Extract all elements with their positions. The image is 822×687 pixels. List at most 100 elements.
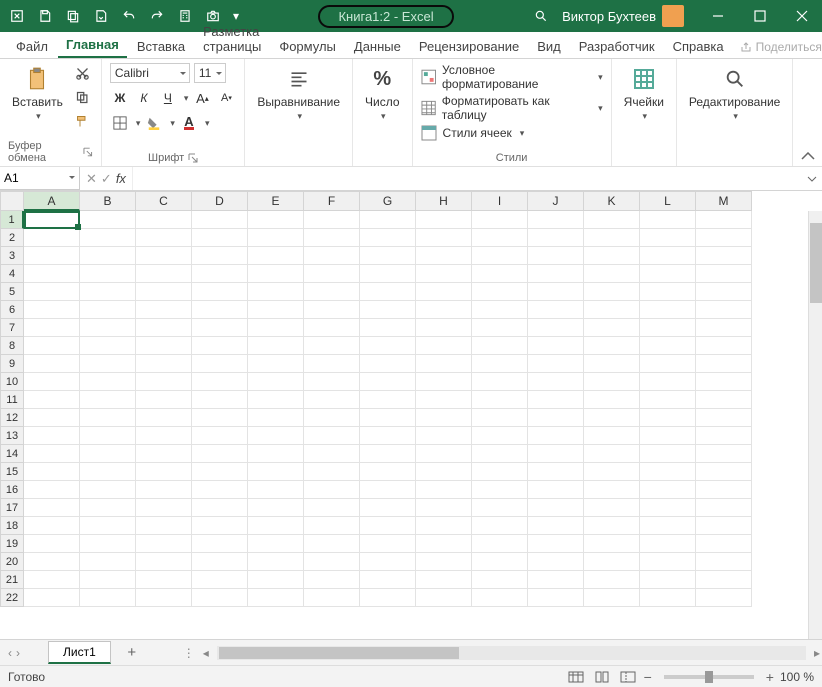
cell[interactable] [640, 265, 696, 283]
cell[interactable] [584, 553, 640, 571]
column-header[interactable]: M [696, 191, 752, 211]
cell[interactable] [24, 301, 80, 319]
cell[interactable] [24, 589, 80, 607]
cell[interactable] [136, 571, 192, 589]
cell[interactable] [304, 283, 360, 301]
dialog-launcher-icon[interactable] [188, 153, 198, 163]
cell[interactable] [248, 517, 304, 535]
cell[interactable] [136, 589, 192, 607]
tab-file[interactable]: Файл [8, 33, 56, 58]
cell[interactable] [304, 553, 360, 571]
cell[interactable] [472, 373, 528, 391]
page-layout-icon[interactable] [592, 669, 612, 685]
cell[interactable] [696, 283, 752, 301]
cell[interactable] [640, 571, 696, 589]
cell[interactable] [416, 229, 472, 247]
cell[interactable] [472, 283, 528, 301]
cell[interactable] [360, 319, 416, 337]
save-icon[interactable] [34, 5, 56, 27]
next-sheet-icon[interactable]: › [16, 646, 20, 660]
cell[interactable] [360, 211, 416, 229]
cell[interactable] [136, 265, 192, 283]
cell[interactable] [192, 481, 248, 499]
cell[interactable] [248, 373, 304, 391]
row-header[interactable]: 5 [0, 283, 24, 301]
cell[interactable] [304, 301, 360, 319]
cell[interactable] [640, 301, 696, 319]
tab-insert[interactable]: Вставка [129, 33, 193, 58]
cell[interactable] [472, 229, 528, 247]
cell[interactable] [472, 247, 528, 265]
cell[interactable] [24, 499, 80, 517]
font-name-combo[interactable]: Calibri [110, 63, 190, 83]
row-header[interactable]: 2 [0, 229, 24, 247]
cell[interactable] [304, 589, 360, 607]
cell[interactable] [416, 517, 472, 535]
cell[interactable] [640, 499, 696, 517]
horizontal-scrollbar[interactable] [217, 646, 806, 660]
cell[interactable] [136, 247, 192, 265]
cell[interactable] [80, 499, 136, 517]
cell[interactable] [136, 391, 192, 409]
cell[interactable] [640, 517, 696, 535]
cell[interactable] [248, 283, 304, 301]
format-painter-icon[interactable] [73, 111, 93, 131]
cell[interactable] [192, 247, 248, 265]
cell[interactable] [360, 517, 416, 535]
cell[interactable] [304, 211, 360, 229]
cell[interactable] [416, 337, 472, 355]
cell[interactable] [584, 589, 640, 607]
tab-page-layout[interactable]: Разметка страницы [195, 18, 269, 58]
cell[interactable] [304, 571, 360, 589]
cell[interactable] [472, 211, 528, 229]
cell[interactable] [192, 373, 248, 391]
cell[interactable] [528, 247, 584, 265]
cell[interactable] [584, 319, 640, 337]
redo-icon[interactable] [146, 5, 168, 27]
dialog-launcher-icon[interactable] [83, 147, 93, 157]
cell[interactable] [360, 265, 416, 283]
cell[interactable] [80, 211, 136, 229]
cell[interactable] [360, 535, 416, 553]
cell[interactable] [696, 211, 752, 229]
cell[interactable] [248, 355, 304, 373]
cell[interactable] [24, 265, 80, 283]
cell[interactable] [304, 409, 360, 427]
cell[interactable] [360, 301, 416, 319]
fill-color-icon[interactable] [144, 113, 164, 133]
enter-formula-icon[interactable]: ✓ [101, 171, 112, 187]
cell[interactable] [528, 283, 584, 301]
copy-icon[interactable] [73, 87, 93, 107]
cell[interactable] [584, 283, 640, 301]
cell[interactable] [24, 463, 80, 481]
cell[interactable] [472, 409, 528, 427]
cell[interactable] [136, 409, 192, 427]
cell[interactable] [192, 211, 248, 229]
cell[interactable] [248, 211, 304, 229]
cell[interactable] [584, 355, 640, 373]
cell[interactable] [696, 373, 752, 391]
row-header[interactable]: 18 [0, 517, 24, 535]
cell[interactable] [416, 283, 472, 301]
cell[interactable] [304, 229, 360, 247]
maximize-button[interactable] [746, 5, 774, 27]
cell[interactable] [192, 229, 248, 247]
cell[interactable] [696, 229, 752, 247]
cell[interactable] [80, 409, 136, 427]
cell[interactable] [136, 427, 192, 445]
cell[interactable] [24, 283, 80, 301]
chevron-down-icon[interactable]: ▾ [136, 118, 141, 129]
cell[interactable] [24, 427, 80, 445]
cell[interactable] [472, 499, 528, 517]
expand-formula-icon[interactable] [802, 167, 822, 190]
cell[interactable] [696, 535, 752, 553]
cell[interactable] [192, 517, 248, 535]
cell[interactable] [640, 337, 696, 355]
cell[interactable] [304, 391, 360, 409]
cell[interactable] [416, 499, 472, 517]
chevron-down-icon[interactable]: ▾ [184, 93, 189, 104]
conditional-formatting-button[interactable]: Условное форматирование▾ [421, 63, 603, 91]
minimize-button[interactable] [704, 5, 732, 27]
cell[interactable] [472, 517, 528, 535]
chevron-down-icon[interactable]: ▾ [205, 118, 210, 129]
